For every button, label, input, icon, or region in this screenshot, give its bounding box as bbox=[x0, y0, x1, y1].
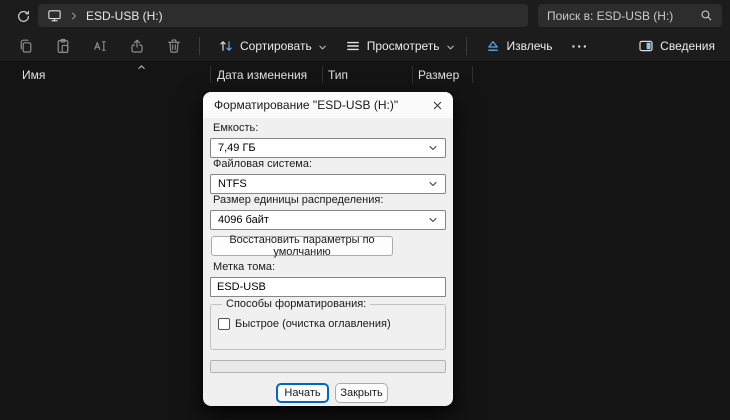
paste-icon bbox=[55, 38, 71, 54]
search-placeholder: Поиск в: ESD-USB (H:) bbox=[547, 9, 673, 23]
search-box[interactable]: Поиск в: ESD-USB (H:) bbox=[538, 4, 722, 27]
refresh-icon bbox=[16, 9, 31, 24]
start-format-button[interactable]: Начать bbox=[276, 383, 329, 403]
breadcrumb-item-drive[interactable]: ESD-USB (H:) bbox=[86, 9, 163, 23]
format-dialog: Форматирование "ESD-USB (H:)" Емкость: 7… bbox=[203, 92, 453, 406]
chevron-down-icon bbox=[428, 215, 438, 225]
capacity-dropdown[interactable]: 7,49 ГБ bbox=[210, 138, 446, 158]
details-button-label: Сведения bbox=[660, 39, 715, 53]
delete-button[interactable] bbox=[160, 32, 188, 60]
quick-format-checkbox[interactable] bbox=[218, 318, 230, 330]
view-button[interactable]: Просмотреть bbox=[336, 32, 464, 60]
sort-button[interactable]: Сортировать bbox=[209, 32, 336, 60]
chevron-down-icon bbox=[428, 143, 438, 153]
paste-button[interactable] bbox=[49, 32, 77, 60]
filesystem-value: NTFS bbox=[218, 178, 247, 190]
format-progress-bar bbox=[210, 360, 446, 373]
address-bar[interactable]: ESD-USB (H:) bbox=[38, 4, 528, 27]
copy-button[interactable] bbox=[12, 32, 40, 60]
allocation-unit-value: 4096 байт bbox=[218, 214, 269, 226]
volume-label-caption: Метка тома: bbox=[213, 261, 275, 273]
more-options-button[interactable]: ··· bbox=[562, 32, 599, 60]
rename-button[interactable] bbox=[86, 32, 114, 60]
share-icon bbox=[129, 38, 145, 54]
copy-icon bbox=[18, 38, 34, 54]
column-divider[interactable] bbox=[472, 66, 473, 83]
trash-icon bbox=[166, 38, 182, 54]
column-divider[interactable] bbox=[210, 66, 211, 83]
column-header-name[interactable]: Имя bbox=[22, 68, 45, 82]
ellipsis-icon: ··· bbox=[572, 38, 589, 54]
eject-button-label: Извлечь bbox=[507, 39, 553, 53]
format-options-group: Способы форматирования: Быстрое (очистка… bbox=[210, 304, 446, 350]
column-header-size[interactable]: Размер bbox=[418, 68, 459, 82]
format-dialog-title: Форматирование "ESD-USB (H:)" bbox=[214, 98, 398, 112]
column-divider[interactable] bbox=[412, 66, 413, 83]
sort-button-label: Сортировать bbox=[240, 39, 312, 53]
chevron-down-icon bbox=[446, 43, 455, 52]
quick-format-label: Быстрое (очистка оглавления) bbox=[235, 318, 391, 330]
details-pane-button[interactable]: Сведения bbox=[629, 32, 724, 60]
chevron-down-icon bbox=[428, 179, 438, 189]
close-icon bbox=[432, 100, 443, 111]
quick-format-option[interactable]: Быстрое (очистка оглавления) bbox=[218, 318, 391, 330]
dialog-close-button[interactable] bbox=[426, 95, 448, 115]
filesystem-label: Файловая система: bbox=[213, 158, 312, 170]
search-icon bbox=[700, 9, 713, 22]
sort-arrows-icon bbox=[218, 38, 234, 54]
toolbar-separator bbox=[466, 37, 467, 55]
view-lines-icon bbox=[345, 38, 361, 54]
explorer-topbar: ESD-USB (H:) Поиск в: ESD-USB (H:) bbox=[0, 0, 730, 31]
file-explorer-window: ESD-USB (H:) Поиск в: ESD-USB (H:) bbox=[0, 0, 730, 420]
refresh-button[interactable] bbox=[11, 4, 35, 28]
restore-defaults-button[interactable]: Восстановить параметры по умолчанию bbox=[211, 236, 393, 256]
capacity-label: Емкость: bbox=[213, 122, 258, 134]
close-dialog-button[interactable]: Закрыть bbox=[335, 383, 388, 403]
eject-button[interactable]: Извлечь bbox=[476, 32, 562, 60]
column-header-date-modified[interactable]: Дата изменения bbox=[217, 68, 307, 82]
chevron-down-icon bbox=[318, 43, 327, 52]
column-header-type[interactable]: Тип bbox=[328, 68, 348, 82]
sort-ascending-indicator-icon bbox=[137, 63, 146, 72]
allocation-unit-dropdown[interactable]: 4096 байт bbox=[210, 210, 446, 230]
allocation-unit-label: Размер единицы распределения: bbox=[213, 194, 383, 206]
toolbar-separator bbox=[199, 37, 200, 55]
breadcrumb-chevron-icon bbox=[69, 11, 79, 21]
rename-icon bbox=[92, 38, 108, 54]
eject-icon bbox=[485, 38, 501, 54]
filesystem-dropdown[interactable]: NTFS bbox=[210, 174, 446, 194]
file-list-header: Имя Дата изменения Тип Размер bbox=[0, 62, 730, 88]
share-button[interactable] bbox=[123, 32, 151, 60]
explorer-toolbar: Сортировать Просмотреть Извлечь ··· bbox=[0, 31, 730, 62]
this-pc-monitor-icon bbox=[47, 8, 62, 23]
details-pane-icon bbox=[638, 38, 654, 54]
capacity-value: 7,49 ГБ bbox=[218, 142, 256, 154]
view-button-label: Просмотреть bbox=[367, 39, 440, 53]
format-dialog-titlebar: Форматирование "ESD-USB (H:)" bbox=[203, 92, 453, 118]
column-divider[interactable] bbox=[322, 66, 323, 83]
volume-label-input[interactable] bbox=[210, 277, 446, 297]
format-options-group-label: Способы форматирования: bbox=[222, 298, 370, 310]
